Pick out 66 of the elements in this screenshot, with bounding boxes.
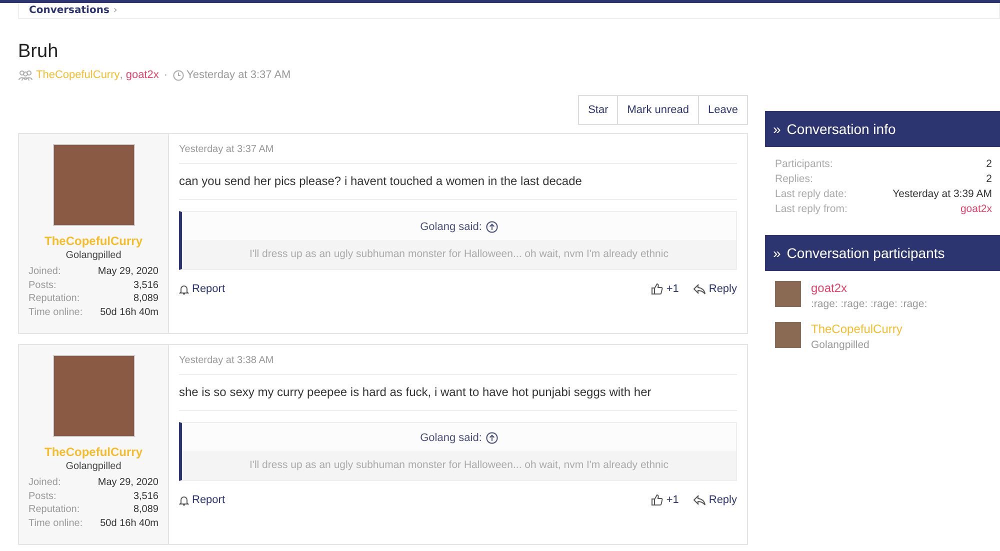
bell-icon xyxy=(179,284,189,294)
stat-value: 8,089 xyxy=(133,292,158,306)
sidebar-title: Conversation participants xyxy=(786,245,945,261)
sidebar-title: Conversation info xyxy=(786,121,896,137)
stat-value: May 29, 2020 xyxy=(98,476,158,490)
info-value: 2 xyxy=(986,172,992,187)
report-link[interactable]: Report xyxy=(179,283,226,295)
stat-label: Joined: xyxy=(28,476,61,490)
info-label: Last reply date: xyxy=(775,187,847,202)
reply-link[interactable]: Reply xyxy=(692,494,737,506)
stat-label: Reputation: xyxy=(28,292,80,306)
clock-icon xyxy=(172,70,184,80)
conversation-time: Yesterday at 3:37 AM xyxy=(186,69,291,81)
breadcrumb-separator: › xyxy=(113,5,118,16)
info-value: Yesterday at 3:39 AM xyxy=(892,187,992,202)
stat-value: May 29, 2020 xyxy=(98,265,158,278)
stat-value: 8,089 xyxy=(133,503,158,516)
stat-label: Posts: xyxy=(28,490,56,503)
reply-link[interactable]: Reply xyxy=(692,283,737,295)
message-text: she is so sexy my curry peepee is hard as fuck, i want to have hot punjabi seggs with her xyxy=(179,375,737,411)
breadcrumb-link[interactable]: Conversations xyxy=(29,5,110,16)
arrow-up-icon[interactable] xyxy=(486,432,498,444)
quote-author-link[interactable]: Golang said: xyxy=(420,432,482,444)
message-text: can you send her pics please? i havent touched a women in the last decade xyxy=(179,164,737,200)
quote-author-link[interactable]: Golang said: xyxy=(420,221,482,233)
like-button[interactable]: +1 xyxy=(651,283,679,295)
stat-value: 3,516 xyxy=(133,490,158,503)
stat-value: 50d 16h 40m xyxy=(100,516,158,530)
stat-label: Posts: xyxy=(28,278,56,292)
user-title: Golangpilled xyxy=(66,461,122,472)
comma-separator: , xyxy=(120,69,123,81)
stat-value: 3,516 xyxy=(133,278,158,292)
stat-value: 50d 16h 40m xyxy=(100,306,158,319)
participant-subtitle: :rage: :rage: :rage: :rage: xyxy=(811,298,928,310)
post-time: Yesterday at 3:38 AM xyxy=(179,355,737,375)
user-title: Golangpilled xyxy=(66,250,122,261)
stat-label: Joined: xyxy=(28,265,61,278)
participant-subtitle: Golangpilled xyxy=(811,339,870,351)
participant-link[interactable]: goat2x xyxy=(811,281,848,295)
reply-arrow-icon xyxy=(692,284,706,294)
info-value: goat2x xyxy=(960,202,992,217)
thumbs-up-icon xyxy=(651,283,664,295)
info-label: Participants: xyxy=(775,157,833,172)
users-icon xyxy=(18,70,33,80)
report-link[interactable]: Report xyxy=(179,494,226,506)
quote-text: I'll dress up as an ugly subhuman monster for Halloween... oh wait, nvm I'm already ethnic xyxy=(182,451,736,480)
avatar-photo-placeholder xyxy=(775,322,801,348)
page-title: Bruh xyxy=(18,41,60,63)
dot-separator: · xyxy=(164,69,168,81)
participant-link[interactable]: goat2x xyxy=(126,69,159,81)
like-button[interactable]: +1 xyxy=(651,494,679,506)
thumbs-up-icon xyxy=(651,494,664,506)
bell-icon xyxy=(179,494,189,506)
reply-arrow-icon xyxy=(692,494,706,506)
stat-label: Time online: xyxy=(28,306,83,319)
stat-label: Time online: xyxy=(28,516,83,530)
chevrons-icon: » xyxy=(773,121,781,137)
stat-label: Reputation: xyxy=(28,503,80,516)
quote-text: I'll dress up as an ugly subhuman monster for Halloween... oh wait, nvm I'm already ethnic xyxy=(182,240,736,269)
info-label: Replies: xyxy=(775,172,813,187)
info-label: Last reply from: xyxy=(775,202,848,217)
arrow-up-icon[interactable] xyxy=(486,221,498,233)
avatar-photo-placeholder xyxy=(775,281,801,307)
post-time: Yesterday at 3:37 AM xyxy=(179,144,737,164)
info-value: 2 xyxy=(986,157,992,172)
chevrons-icon: » xyxy=(773,245,781,261)
